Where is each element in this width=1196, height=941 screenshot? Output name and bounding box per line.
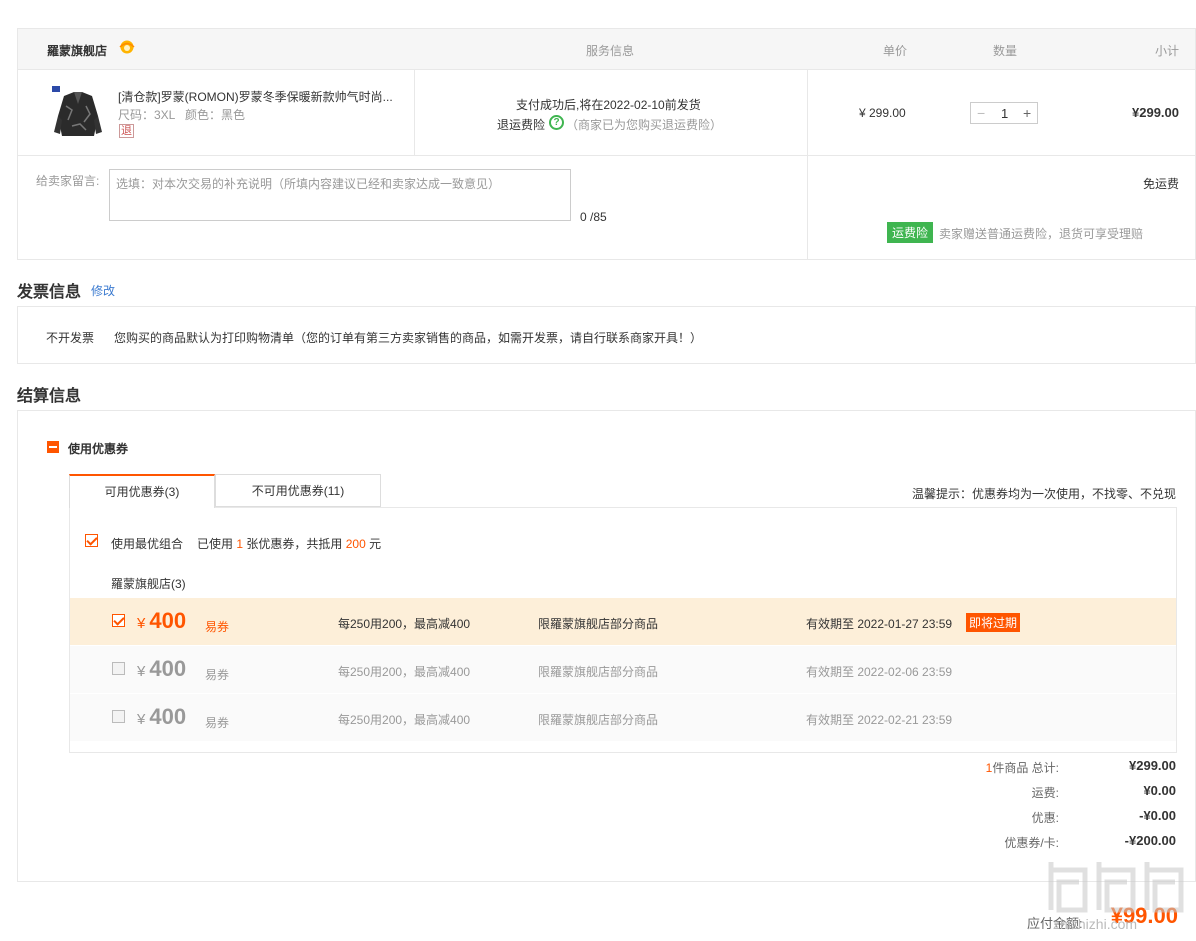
coupon-toggle-label[interactable]: 使用优惠券: [68, 440, 128, 457]
tab-available-label: 可用优惠券(3): [104, 485, 180, 499]
discount-label: 优惠:: [1031, 811, 1059, 825]
coupon-checkbox[interactable]: [112, 710, 125, 723]
coupon-rule: 每250用200，最高减400: [338, 713, 471, 727]
invoice-title: 发票信息: [17, 284, 82, 301]
used-mid: 张优惠券，共抵用: [246, 537, 343, 551]
subtotal-column-header: 小计: [1155, 44, 1180, 58]
product-color: 颜色：黑色: [185, 108, 246, 122]
quantity-stepper[interactable]: − 1 +: [970, 102, 1038, 124]
tab-unavailable-coupons[interactable]: 不可用优惠券(11): [215, 474, 381, 507]
expiring-badge: 即将过期: [966, 613, 1021, 632]
message-char-count: 0 /85: [580, 210, 607, 224]
service-column-divider-right: [807, 70, 808, 260]
coupon-discount-label: 优惠券/卡:: [1004, 836, 1059, 850]
ship-info: 支付成功后,将在2022-02-10前发货: [516, 98, 701, 112]
coupon-currency: ¥: [137, 711, 146, 728]
store-badge-icon: [118, 39, 136, 55]
shipping-label: 运费:: [1031, 786, 1059, 800]
coupon-validity: 有效期至 2022-01-27 23:59: [806, 617, 953, 631]
qty-column-header: 数量: [993, 44, 1018, 58]
coupon-amount: ¥400: [137, 656, 186, 682]
invoice-type: 不开发票: [46, 331, 95, 345]
message-label: 给卖家留言:: [36, 174, 100, 188]
invoice-edit-link[interactable]: 修改: [91, 282, 115, 299]
tab-available-coupons[interactable]: 可用优惠券(3): [69, 474, 215, 508]
tab-unavailable-label: 不可用优惠券(11): [251, 484, 345, 498]
shipping-value: ¥0.00: [1143, 783, 1176, 798]
coupon-checkbox[interactable]: [112, 662, 125, 675]
item-count-label: 件商品 总计:: [992, 761, 1059, 775]
coupon-row[interactable]: ¥400 易券 每250用200，最高减400 限羅蒙旗舰店部分商品 有效期至 …: [70, 646, 1176, 693]
coupon-checkbox[interactable]: [112, 614, 125, 627]
product-size: 尺码：3XL: [118, 108, 176, 122]
coupon-row[interactable]: ¥400 易券 每250用200，最高减400 限羅蒙旗舰店部分商品 有效期至 …: [70, 694, 1176, 741]
used-suffix: 元: [369, 537, 382, 551]
coupon-tip: 温馨提示：优惠券均为一次使用，不找零、不兑现: [911, 487, 1176, 501]
insurance-note: （商家已为您购买退运费险）: [566, 118, 723, 132]
product-thumbnail[interactable]: [52, 86, 104, 144]
coupon-scope: 限羅蒙旗舰店部分商品: [538, 713, 659, 727]
service-column-header: 服务信息: [586, 44, 635, 58]
free-shipping: 免运费: [1142, 177, 1179, 191]
coupon-tag: 易券: [205, 620, 230, 634]
total-label: 1件商品 总计:: [986, 759, 1059, 776]
product-title[interactable]: [清仓款]罗蒙(ROMON)罗蒙冬季保暖新款帅气时尚...: [118, 88, 403, 105]
watermark-text: zhizhizhi.com: [1053, 916, 1138, 932]
used-amount: 200: [345, 537, 366, 551]
coupon-validity: 有效期至 2022-02-21 23:59: [806, 713, 953, 727]
insurance-label: 退运费险: [497, 118, 546, 132]
collapse-icon[interactable]: [47, 441, 59, 453]
return-tag: 退: [119, 124, 134, 138]
insurance-desc: 卖家赠送普通运费险，退货可享受理赔: [939, 227, 1144, 241]
service-column-divider-left: [414, 70, 415, 155]
question-icon[interactable]: ?: [549, 115, 564, 130]
coupon-row[interactable]: ¥400 易券 每250用200，最高减400 限羅蒙旗舰店部分商品 有效期至 …: [70, 598, 1176, 645]
insurance-badge: 运费险: [887, 222, 934, 243]
invoice-desc: 您购买的商品默认为打印购物清单（您的订单有第三方卖家销售的商品，如需开发票，请自…: [114, 331, 703, 345]
coupon-tag: 易券: [205, 668, 230, 682]
qty-value[interactable]: 1: [1001, 106, 1008, 121]
qty-plus-button[interactable]: +: [1023, 105, 1031, 121]
coupon-validity: 有效期至 2022-02-06 23:59: [806, 665, 953, 679]
coupon-amount-value: 400: [149, 656, 187, 681]
unit-price: ¥ 299.00: [859, 106, 906, 120]
coupon-currency: ¥: [137, 615, 146, 632]
coupon-amount: ¥400: [137, 608, 186, 634]
coupon-scope: 限羅蒙旗舰店部分商品: [538, 665, 659, 679]
total-value: ¥299.00: [1129, 758, 1176, 773]
coupon-rule: 每250用200，最高减400: [338, 617, 471, 631]
used-count: 1: [236, 537, 244, 551]
coupon-discount-value: -¥200.00: [1124, 833, 1176, 848]
seller-message-input[interactable]: 选填：对本次交易的补充说明（所填内容建议已经和卖家达成一致意见）: [109, 169, 571, 221]
watermark-logo: [1045, 856, 1187, 916]
item-row-divider: [18, 155, 1195, 156]
coupon-store-group: 羅蒙旗舰店(3): [111, 577, 186, 591]
coupon-rule: 每250用200，最高减400: [338, 665, 471, 679]
qty-minus-button[interactable]: −: [977, 105, 985, 121]
coupon-scope: 限羅蒙旗舰店部分商品: [538, 617, 659, 631]
item-subtotal: ¥299.00: [1132, 105, 1179, 120]
coupon-tag: 易券: [205, 716, 230, 730]
settlement-title: 结算信息: [17, 388, 82, 405]
price-column-header: 单价: [883, 44, 908, 58]
best-combo-checkbox[interactable]: [85, 534, 98, 547]
coupon-currency: ¥: [137, 663, 146, 680]
best-combo-label[interactable]: 使用最优组合: [111, 535, 183, 552]
discount-value: -¥0.00: [1139, 808, 1176, 823]
coupon-amount-value: 400: [149, 704, 187, 729]
coupon-amount: ¥400: [137, 704, 186, 730]
store-name[interactable]: 羅蒙旗舰店: [47, 42, 107, 59]
coupon-used-summary: 已使用 1 张优惠券，共抵用 200 元: [197, 535, 381, 552]
used-prefix: 已使用: [197, 537, 234, 551]
coupon-amount-value: 400: [149, 608, 187, 633]
